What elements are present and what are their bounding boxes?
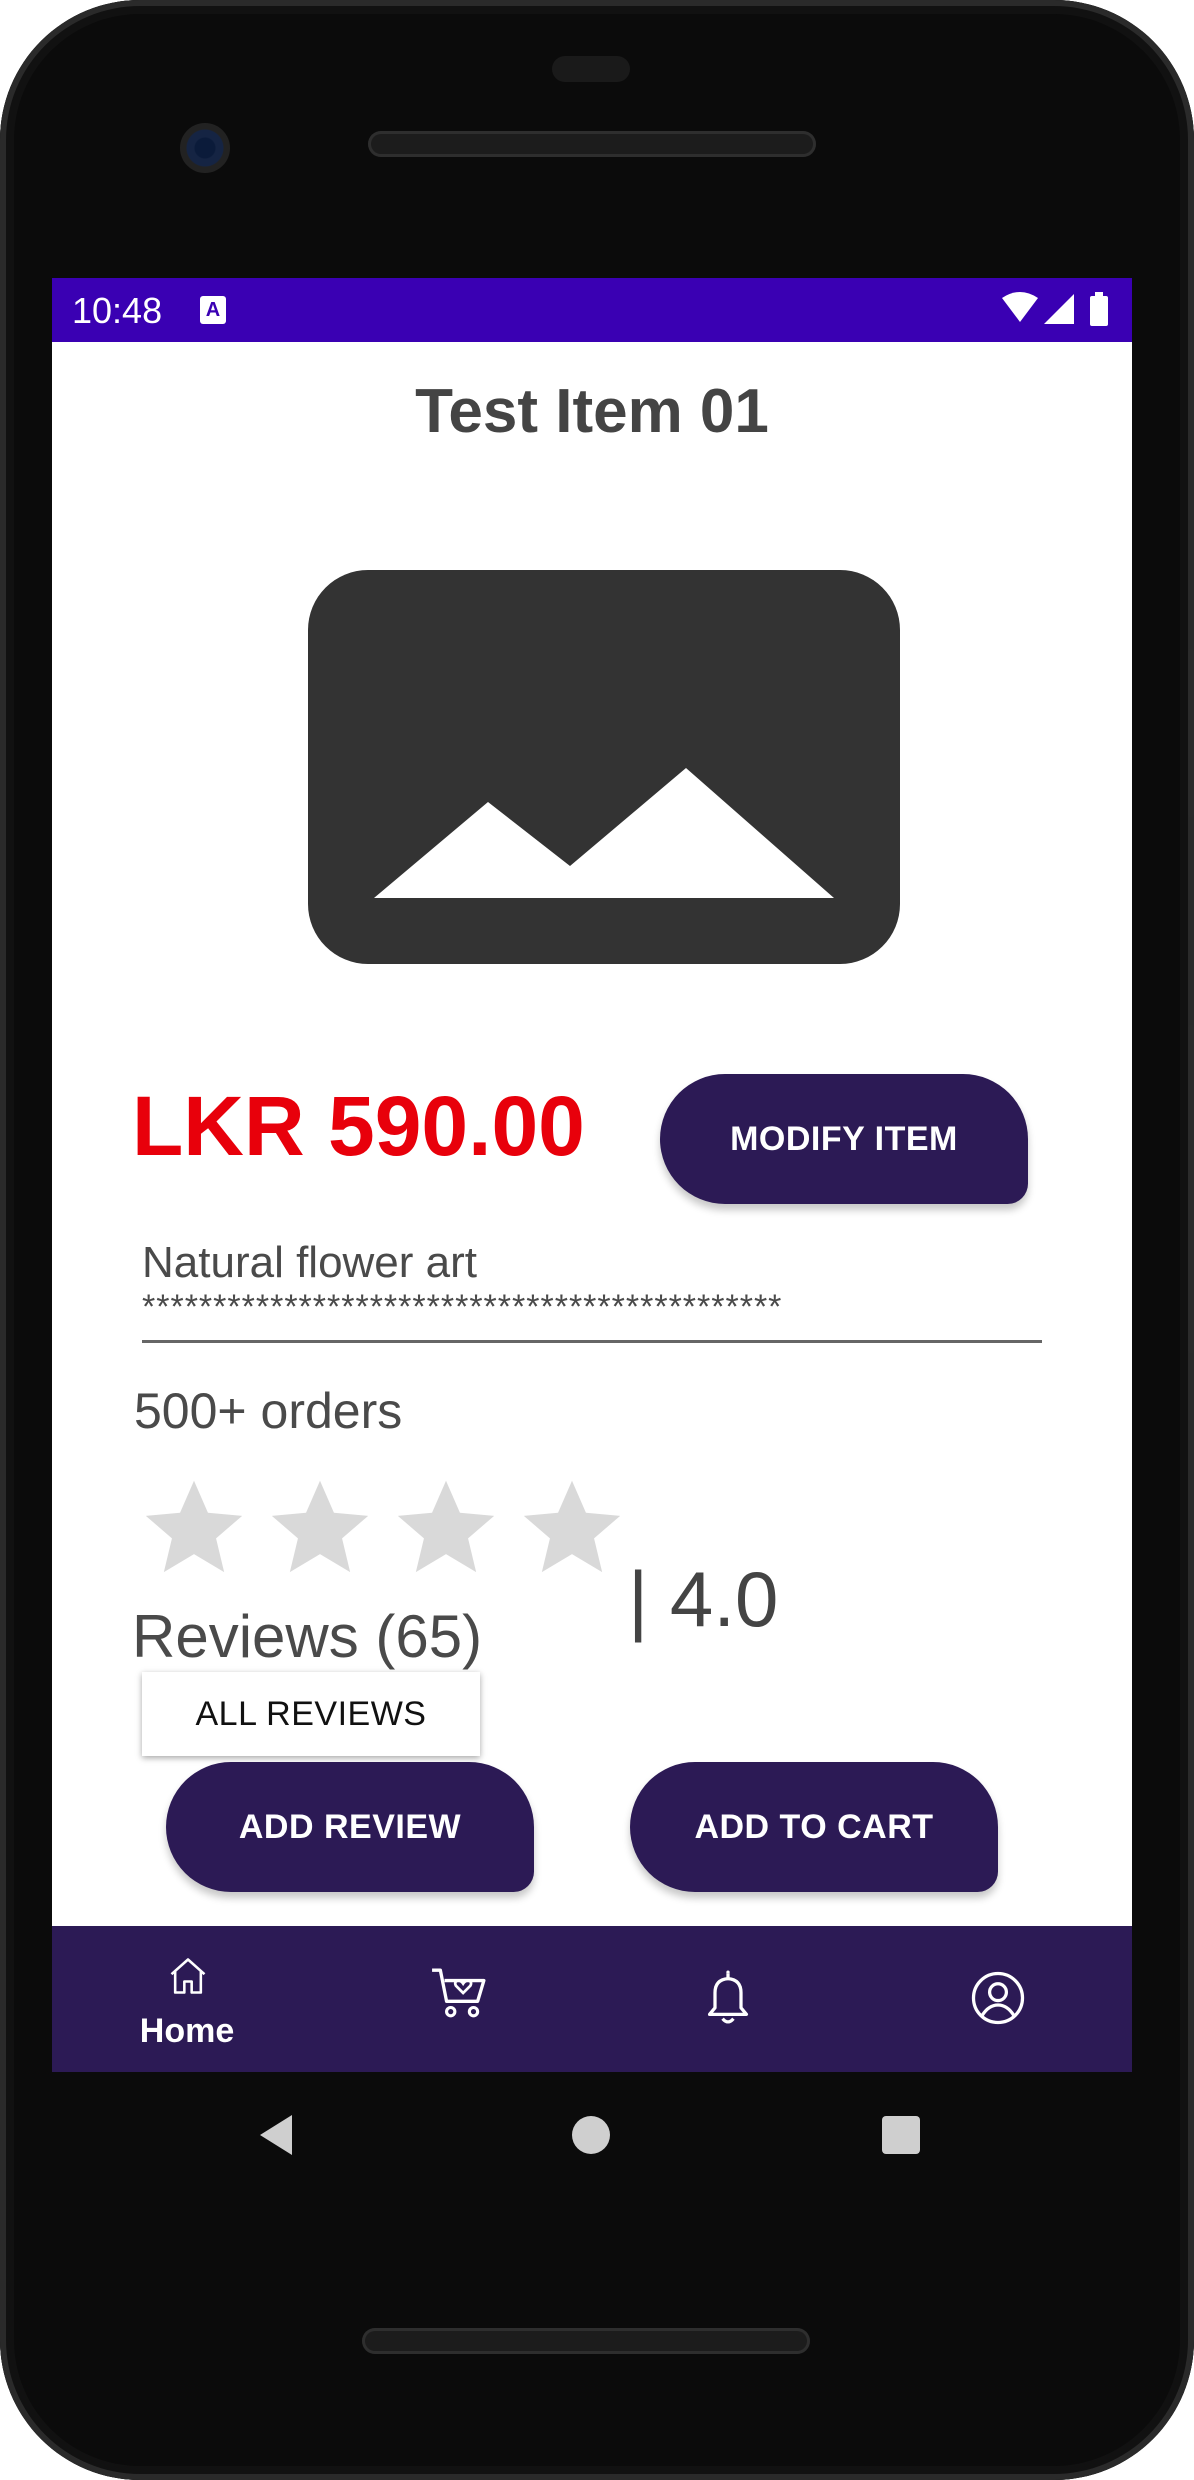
wifi-icon: [1002, 292, 1038, 322]
profile-icon: [971, 1971, 1025, 2025]
description-mask: ****************************************…: [142, 1288, 783, 1326]
star-icon: [397, 1480, 495, 1573]
star-icon: [145, 1480, 243, 1573]
home-icon: [170, 1958, 206, 1994]
nav-label-home: Home: [139, 2012, 235, 2050]
app-notification-icon: A: [200, 296, 226, 324]
proximity-sensor: [552, 56, 630, 82]
home-nav-icon[interactable]: [572, 2116, 610, 2154]
all-reviews-button[interactable]: ALL REVIEWS: [142, 1672, 480, 1756]
add-review-button[interactable]: ADD REVIEW: [166, 1762, 534, 1892]
status-bar: 10:48 A: [52, 278, 1132, 342]
star-icon: [271, 1480, 369, 1573]
description-underline: [142, 1340, 1042, 1343]
nav-item-home[interactable]: Home: [52, 1926, 322, 2072]
product-description: Natural flower art: [142, 1238, 478, 1287]
recents-nav-icon[interactable]: [882, 2116, 920, 2154]
add-to-cart-button[interactable]: ADD TO CART: [630, 1762, 998, 1892]
page-title: Test Item 01: [415, 377, 769, 446]
product-price: LKR 590.00: [132, 1079, 585, 1173]
signal-icon: [1044, 294, 1074, 324]
bell-icon: [707, 1970, 749, 2024]
front-camera: [180, 123, 230, 173]
cart-icon: [432, 1968, 486, 2018]
volume-button: [1188, 1024, 1194, 1354]
back-nav-icon[interactable]: [256, 2111, 296, 2159]
phone-frame: 10:48 A Test Item 01 LKR 590.00 MODIFY I…: [0, 0, 1194, 2480]
battery-icon: [1090, 296, 1108, 326]
rating-stars: [140, 1474, 640, 1584]
bottom-speaker: [362, 2328, 810, 2354]
rating-value: | 4.0: [628, 1555, 779, 1643]
modify-item-button[interactable]: MODIFY ITEM: [660, 1074, 1028, 1204]
product-image-placeholder-icon: [308, 570, 900, 964]
reviews-count: Reviews (65): [132, 1603, 483, 1670]
status-time: 10:48: [72, 290, 163, 331]
nav-item-notifications[interactable]: [592, 1926, 862, 2072]
status-icons: [1002, 292, 1108, 326]
orders-count: 500+ orders: [134, 1383, 403, 1439]
power-button: [1188, 648, 1194, 818]
bottom-navigation: Home: [52, 1926, 1132, 2072]
nav-item-cart[interactable]: [322, 1926, 592, 2072]
earpiece-speaker: [368, 131, 816, 157]
star-icon: [523, 1480, 621, 1573]
nav-item-profile[interactable]: [862, 1926, 1132, 2072]
app-screen: 10:48 A Test Item 01 LKR 590.00 MODIFY I…: [52, 278, 1132, 2072]
